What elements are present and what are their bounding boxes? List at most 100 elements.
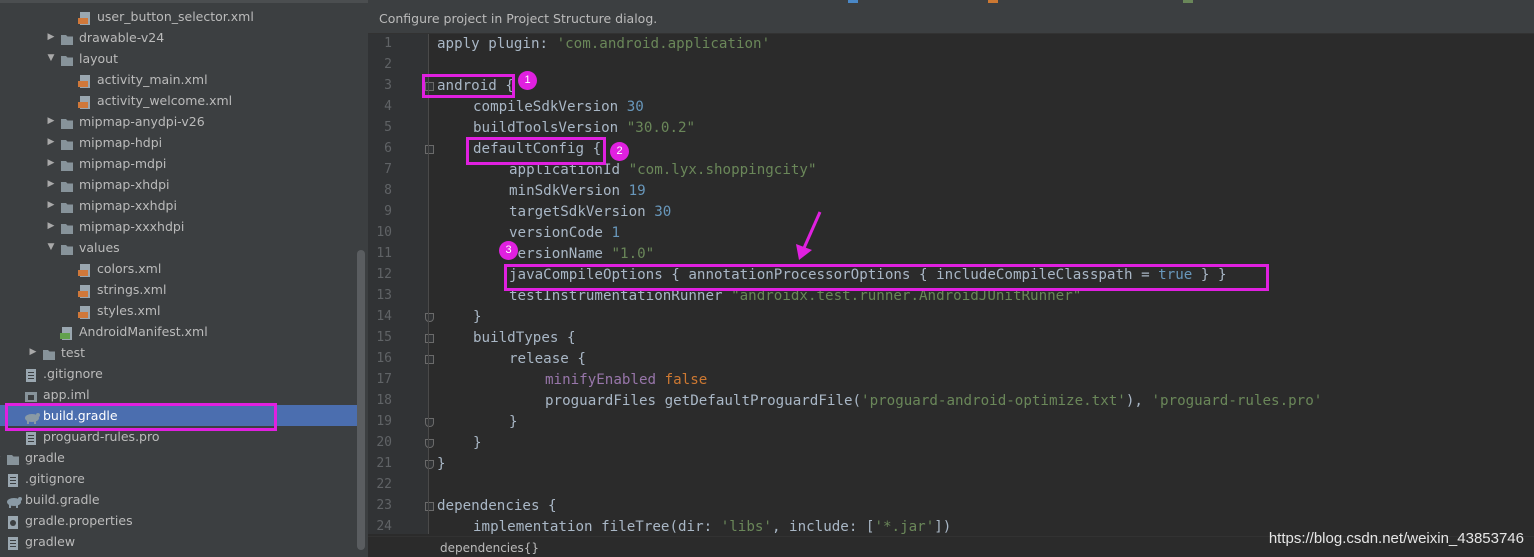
code-token: release { — [509, 351, 586, 367]
code-line[interactable]: minSdkVersion 19 — [509, 181, 646, 202]
tree-item[interactable]: ▶ test — [0, 342, 360, 363]
code-line[interactable]: proguardFiles getDefaultProguardFile('pr… — [545, 391, 1322, 412]
tree-item-label: test — [61, 345, 86, 360]
code-line[interactable]: apply plugin: 'com.android.application' — [437, 34, 770, 55]
line-number: 8 — [384, 183, 392, 198]
fold-marker-icon[interactable] — [425, 145, 434, 154]
tree-item[interactable]: colors.xml — [0, 258, 360, 279]
highlight-box-javacompileoptions — [504, 264, 1269, 291]
fold-marker-icon[interactable] — [425, 439, 434, 448]
code-line[interactable]: buildTypes { — [473, 328, 576, 349]
tree-item-label: build.gradle — [25, 492, 100, 507]
module-file-icon — [24, 388, 38, 402]
code-token: "1.0" — [611, 246, 655, 262]
tab-indicator[interactable] — [848, 0, 858, 3]
folder-icon — [60, 241, 74, 255]
collapse-arrow-icon[interactable]: ▶ — [28, 342, 38, 363]
code-line[interactable]: buildToolsVersion "30.0.2" — [473, 118, 695, 139]
tree-item[interactable]: ▶ mipmap-anydpi-v26 — [0, 111, 360, 132]
tree-item[interactable]: strings.xml — [0, 279, 360, 300]
tree-item[interactable]: .gitignore — [0, 468, 360, 489]
folder-icon — [60, 178, 74, 192]
fold-marker-icon[interactable] — [425, 418, 434, 427]
tree-item[interactable]: ▼ values — [0, 237, 360, 258]
tree-item-label: mipmap-anydpi-v26 — [79, 114, 205, 129]
line-number: 12 — [376, 267, 392, 282]
line-number: 3 — [384, 78, 392, 93]
tree-item[interactable]: ▼ layout — [0, 48, 360, 69]
tree-item-label: styles.xml — [97, 303, 161, 318]
code-line[interactable]: release { — [509, 349, 586, 370]
tree-item-label: activity_main.xml — [97, 72, 208, 87]
code-line[interactable]: versionName "1.0" — [509, 244, 654, 265]
code-token: compileSdkVersion — [473, 99, 627, 115]
tree-item-label: colors.xml — [97, 261, 162, 276]
collapse-arrow-icon[interactable]: ▶ — [46, 216, 56, 237]
tree-item[interactable]: ▶ mipmap-xxxhdpi — [0, 216, 360, 237]
tab-indicator[interactable] — [988, 0, 998, 3]
collapse-arrow-icon[interactable]: ▶ — [46, 153, 56, 174]
tree-item[interactable]: styles.xml — [0, 300, 360, 321]
tree-item[interactable]: build.gradle — [0, 489, 360, 510]
xml-file-icon — [78, 94, 92, 109]
code-line[interactable]: } — [437, 454, 446, 475]
collapse-arrow-icon[interactable]: ▶ — [46, 174, 56, 195]
collapse-arrow-icon[interactable]: ▶ — [0, 447, 2, 468]
fold-marker-icon[interactable] — [425, 502, 434, 511]
code-line[interactable]: } — [473, 307, 482, 328]
tree-top-strip — [0, 0, 368, 3]
tree-item[interactable]: .gitignore — [0, 363, 360, 384]
expand-arrow-icon[interactable]: ▼ — [46, 48, 56, 69]
breadcrumb-item[interactable]: dependencies{} — [440, 541, 539, 555]
fold-marker-icon[interactable] — [425, 334, 434, 343]
tree-item[interactable]: ▶ mipmap-hdpi — [0, 132, 360, 153]
code-line[interactable]: } — [473, 433, 482, 454]
code-token: ]) — [934, 519, 952, 535]
code-line[interactable]: implementation fileTree(dir: 'libs', inc… — [473, 517, 951, 538]
code-line[interactable]: minifyEnabled false — [545, 370, 707, 391]
tree-item[interactable]: gradle.properties — [0, 510, 360, 531]
step-badge-1: 1 — [518, 71, 537, 90]
tree-item[interactable]: ▶ mipmap-xhdpi — [0, 174, 360, 195]
code-token: versionName — [509, 246, 612, 262]
code-token: } — [473, 309, 482, 325]
collapse-arrow-icon[interactable]: ▶ — [46, 111, 56, 132]
line-number: 23 — [376, 498, 392, 513]
collapse-arrow-icon[interactable]: ▶ — [46, 132, 56, 153]
code-token: 19 — [628, 183, 646, 199]
text-file-icon — [24, 367, 38, 382]
tree-item[interactable]: AndroidManifest.xml — [0, 321, 360, 342]
tree-item[interactable]: ▶ drawable-v24 — [0, 27, 360, 48]
collapse-arrow-icon[interactable]: ▶ — [46, 27, 56, 48]
line-number: 13 — [376, 288, 392, 303]
tree-item[interactable]: ▶ mipmap-xxhdpi — [0, 195, 360, 216]
tree-item[interactable]: app.iml — [0, 384, 360, 405]
expand-arrow-icon[interactable]: ▼ — [46, 237, 56, 258]
line-number: 16 — [376, 351, 392, 366]
code-token: minifyEnabled — [545, 372, 665, 388]
tree-item[interactable]: user_button_selector.xml — [0, 6, 360, 27]
tree-item-label: .gitignore — [25, 471, 85, 486]
tree-item-label: user_button_selector.xml — [97, 9, 254, 24]
tree-item[interactable]: gradlew — [0, 531, 360, 552]
folder-icon — [60, 31, 74, 45]
code-line[interactable]: } — [509, 412, 518, 433]
tree-scrollbar[interactable] — [357, 250, 365, 550]
manifest-file-icon — [60, 325, 74, 340]
tree-item[interactable]: activity_welcome.xml — [0, 90, 360, 111]
tree-item[interactable]: ▶ gradle — [0, 447, 360, 468]
fold-marker-icon[interactable] — [425, 460, 434, 469]
fold-marker-icon[interactable] — [425, 355, 434, 364]
fold-marker-icon[interactable] — [425, 313, 434, 322]
code-line[interactable]: dependencies { — [437, 496, 557, 517]
collapse-arrow-icon[interactable]: ▶ — [46, 195, 56, 216]
tree-item[interactable]: ▶ mipmap-mdpi — [0, 153, 360, 174]
code-line[interactable]: compileSdkVersion 30 — [473, 97, 644, 118]
tree-item[interactable]: activity_main.xml — [0, 69, 360, 90]
code-line[interactable]: versionCode 1 — [509, 223, 620, 244]
code-line[interactable]: targetSdkVersion 30 — [509, 202, 671, 223]
highlight-box-android — [422, 74, 515, 98]
tab-indicator[interactable] — [1183, 0, 1193, 3]
code-token: 30 — [654, 204, 672, 220]
folder-icon — [60, 52, 74, 66]
